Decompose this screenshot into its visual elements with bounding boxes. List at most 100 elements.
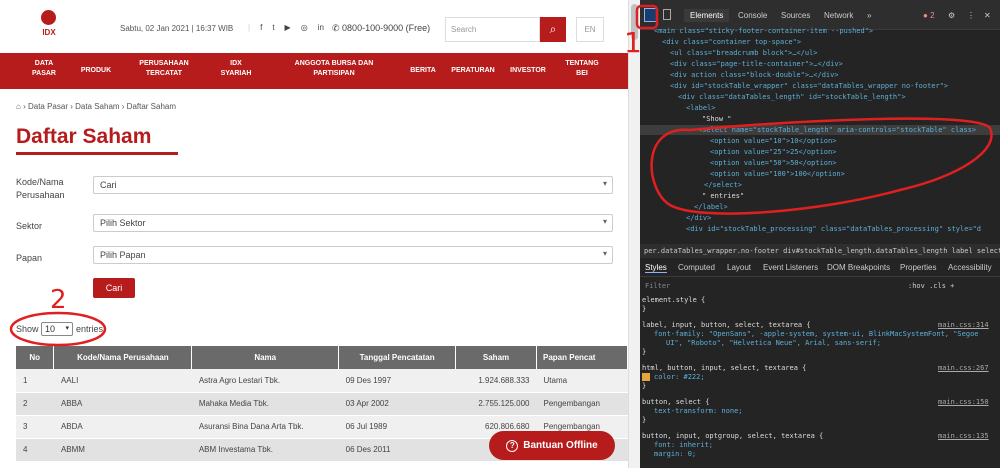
tab-layout[interactable]: Layout (727, 263, 751, 272)
dom-node[interactable]: <div id="stockTable_wrapper" class="data… (670, 81, 948, 91)
scrollbar-thumb[interactable] (631, 4, 638, 40)
cari-button[interactable]: Cari (93, 278, 135, 298)
instagram-icon[interactable]: ◎ (301, 23, 308, 32)
idx-logo[interactable]: IDX (36, 8, 62, 48)
style-rule[interactable]: label, input, button, select, textarea { (642, 321, 811, 330)
style-source-link[interactable]: main.css:135 (938, 432, 989, 441)
dom-node[interactable]: </select> (704, 180, 742, 190)
twitter-icon[interactable]: t (272, 23, 274, 32)
facebook-icon[interactable]: f (260, 23, 262, 32)
dom-text-node[interactable]: " entries" (702, 191, 744, 201)
tab-properties[interactable]: Properties (900, 263, 936, 272)
col-papan[interactable]: Papan Pencat (536, 346, 628, 369)
tab-sources[interactable]: Sources (781, 11, 810, 20)
dom-node[interactable]: <main class="sticky-footer-container-ite… (654, 26, 873, 36)
tab-dom-breakpoints[interactable]: DOM Breakpoints (827, 263, 890, 272)
bantuan-offline-button[interactable]: ? Bantuan Offline (489, 431, 615, 460)
chevron-down-icon: ▾ (65, 325, 69, 332)
sektor-select[interactable]: Pilih Sektor ▾ (93, 214, 613, 232)
top-bar: IDX Sabtu, 02 Jan 2021 | 16:37 WIB | f t… (0, 0, 628, 53)
col-kode[interactable]: Kode/Nama Perusahaan (53, 346, 193, 369)
nav-anggota-bursa[interactable]: ANGGOTA BURSA DAN PARTISIPAN (282, 59, 386, 79)
nav-perusahaan-tercatat[interactable]: PERUSAHAAN TERCATAT (134, 59, 194, 79)
dom-node[interactable]: <div class="dataTables_length" id="stock… (678, 92, 906, 102)
dom-node-option[interactable]: <option value="50">50</option> (710, 158, 836, 168)
dom-node[interactable]: <div action class="block-double">…</div> (670, 70, 839, 80)
style-rule-end: } (642, 416, 647, 424)
filter-input[interactable]: Filter (645, 282, 670, 290)
dom-node[interactable]: </label> (694, 202, 728, 212)
dom-text-node[interactable]: "Show " (702, 114, 732, 124)
settings-gear-icon[interactable]: ⚙ (948, 11, 955, 20)
col-no[interactable]: No (16, 346, 55, 369)
nav-produk[interactable]: PRODUK (76, 66, 116, 76)
inspect-element-icon[interactable] (644, 8, 658, 22)
property-checkbox[interactable] (642, 373, 650, 381)
style-rule[interactable]: button, input, optgroup, select, textare… (642, 432, 823, 441)
nav-idx-syariah[interactable]: IDX SYARIAH (218, 59, 254, 79)
tab-more[interactable]: » (867, 11, 871, 20)
search-input[interactable]: Search (445, 17, 540, 42)
style-rule[interactable]: html, button, input, select, textarea { (642, 364, 806, 373)
kode-label: Kode/Nama Perusahaan (16, 177, 65, 200)
table-row[interactable]: 2 ABBA Mahaka Media Tbk. 03 Apr 2002 2.755.1… (16, 392, 628, 416)
dom-node[interactable]: </div> (686, 213, 711, 223)
entries-length-select[interactable]: 10 ▾ (41, 322, 73, 336)
question-icon: ? (506, 439, 519, 452)
style-source-link[interactable]: main.css:150 (938, 398, 989, 407)
device-toolbar-icon[interactable] (663, 9, 671, 20)
style-property[interactable]: UI", "Roboto", "Helvetica Neue", Arial, … (666, 339, 881, 348)
dom-node-select[interactable]: <select name="stockTable_length" aria-co… (698, 125, 976, 135)
dom-breadcrumb[interactable]: per.dataTables_wrapper.no-footer div#sto… (640, 244, 1000, 258)
kebab-menu-icon[interactable]: ⋮ (967, 11, 975, 20)
style-rule[interactable]: element.style { (642, 296, 705, 305)
style-property[interactable]: margin: 0; (654, 450, 696, 459)
dom-node[interactable]: <div id="stockTable_processing" class="d… (686, 224, 981, 234)
nav-investor[interactable]: INVESTOR (506, 66, 550, 76)
papan-select[interactable]: Pilih Papan ▾ (93, 246, 613, 264)
style-property[interactable]: font-family: "OpenSans", -apple-system, … (654, 330, 979, 339)
home-icon[interactable]: ⌂ (16, 102, 21, 111)
col-nama[interactable]: Nama (191, 346, 340, 369)
chevron-down-icon: ▾ (602, 217, 607, 226)
language-button[interactable]: EN (576, 17, 604, 42)
phone-number[interactable]: ✆ 0800-100-9000 (Free) (332, 23, 430, 34)
close-icon[interactable]: ✕ (984, 11, 991, 20)
col-saham[interactable]: Saham (455, 346, 537, 369)
table-row[interactable]: 1 AALI Astra Agro Lestari Tbk. 09 Des 1997 1… (16, 369, 628, 393)
youtube-icon[interactable]: ▶ (285, 23, 291, 32)
tab-console[interactable]: Console (738, 11, 767, 20)
nav-data-pasar[interactable]: DATA PASAR (30, 59, 58, 79)
search-button[interactable]: ⌕ (540, 17, 566, 42)
tab-accessibility[interactable]: Accessibility (948, 263, 992, 272)
error-badge[interactable]: ● 2 (923, 11, 935, 20)
dom-node-option[interactable]: <option value="10">10</option> (710, 136, 836, 146)
tab-styles[interactable]: Styles (645, 263, 667, 273)
page-scrollbar[interactable] (628, 0, 640, 468)
nav-peraturan[interactable]: PERATURAN (448, 66, 498, 76)
dom-node-option[interactable]: <option value="25">25</option> (710, 147, 836, 157)
tab-computed[interactable]: Computed (678, 263, 715, 272)
style-source-link[interactable]: main.css:267 (938, 364, 989, 373)
kode-select[interactable]: Cari ▾ (93, 176, 613, 194)
style-rule[interactable]: button, select { (642, 398, 709, 407)
tab-network[interactable]: Network (824, 11, 853, 20)
linkedin-icon[interactable]: in (318, 23, 324, 32)
style-property[interactable]: color: #222; (654, 373, 705, 382)
papan-label: Papan (16, 253, 43, 263)
col-tanggal[interactable]: Tanggal Pencatatan (338, 346, 457, 369)
sektor-label: Sektor (16, 221, 43, 231)
nav-berita[interactable]: BERITA (406, 66, 440, 76)
nav-tentang-bei[interactable]: TENTANG BEI (562, 59, 602, 79)
style-source-link[interactable]: main.css:314 (938, 321, 989, 330)
style-property[interactable]: font: inherit; (654, 441, 713, 450)
dom-node[interactable]: <div class="container top-space"> (662, 37, 801, 47)
dom-node[interactable]: <label> (686, 103, 716, 113)
filter-tools[interactable]: :hov .cls + (908, 282, 954, 290)
tab-elements[interactable]: Elements (684, 9, 730, 22)
style-property[interactable]: text-transform: none; (654, 407, 743, 416)
dom-node-option[interactable]: <option value="100">100</option> (710, 169, 845, 179)
tab-event-listeners[interactable]: Event Listeners (763, 263, 818, 272)
dom-node[interactable]: <div class="page-title-container">…</div… (670, 59, 843, 69)
dom-node[interactable]: <ul class="breadcrumb block">…</ul> (670, 48, 818, 58)
